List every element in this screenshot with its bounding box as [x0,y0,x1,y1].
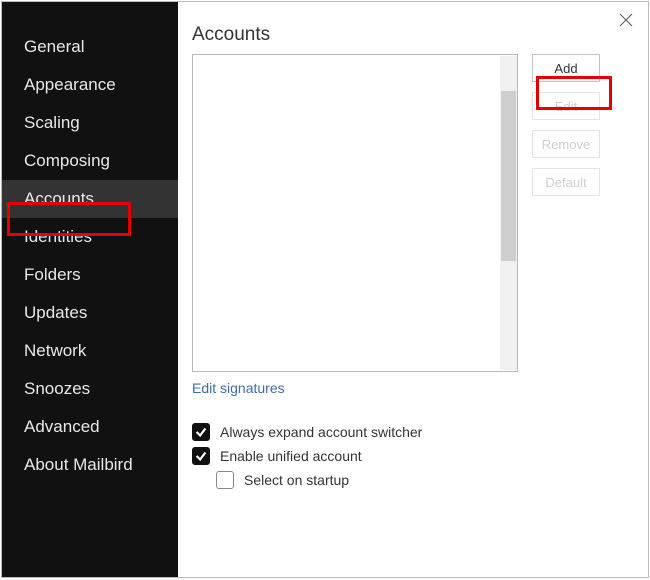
sidebar-item-label: Advanced [24,417,100,437]
sidebar-item-label: Snoozes [24,379,90,399]
sidebar-item-scaling[interactable]: Scaling [2,104,178,142]
sidebar: General Appearance Scaling Composing Acc… [2,2,178,577]
always-expand-checkbox[interactable] [192,423,210,441]
edit-button: Edit [532,92,600,120]
option-label: Enable unified account [220,448,362,464]
sidebar-item-label: Appearance [24,75,116,95]
sidebar-item-label: Scaling [24,113,80,133]
main-panel: Accounts Add Edit Remove Default Edit si… [178,2,648,577]
sidebar-item-about[interactable]: About Mailbird [2,446,178,484]
sidebar-item-label: Identities [24,227,92,247]
sidebar-item-updates[interactable]: Updates [2,294,178,332]
settings-dialog: General Appearance Scaling Composing Acc… [1,1,649,578]
sidebar-item-label: Folders [24,265,81,285]
default-button: Default [532,168,600,196]
sidebar-item-label: Network [24,341,86,361]
option-label: Always expand account switcher [220,424,422,440]
sidebar-item-accounts[interactable]: Accounts [2,180,178,218]
sidebar-item-label: About Mailbird [24,455,133,475]
sidebar-item-composing[interactable]: Composing [2,142,178,180]
scrollbar-thumb[interactable] [501,91,516,261]
sidebar-item-appearance[interactable]: Appearance [2,66,178,104]
option-label: Select on startup [244,472,349,488]
close-icon[interactable] [618,12,634,28]
sidebar-item-label: Composing [24,151,110,171]
remove-button: Remove [532,130,600,158]
options-group: Always expand account switcher Enable un… [192,420,648,492]
sidebar-item-advanced[interactable]: Advanced [2,408,178,446]
sidebar-item-label: Updates [24,303,87,323]
enable-unified-checkbox[interactable] [192,447,210,465]
accounts-listbox[interactable] [192,54,518,372]
select-on-startup-checkbox[interactable] [216,471,234,489]
edit-signatures-link[interactable]: Edit signatures [192,380,285,396]
sidebar-item-folders[interactable]: Folders [2,256,178,294]
sidebar-item-label: Accounts [24,189,94,209]
add-button[interactable]: Add [532,54,600,82]
sidebar-item-network[interactable]: Network [2,332,178,370]
sidebar-item-label: General [24,37,84,57]
sidebar-item-snoozes[interactable]: Snoozes [2,370,178,408]
page-title: Accounts [192,24,648,46]
scrollbar[interactable] [500,56,517,370]
account-buttons: Add Edit Remove Default [532,54,600,196]
sidebar-item-general[interactable]: General [2,28,178,66]
sidebar-item-identities[interactable]: Identities [2,218,178,256]
